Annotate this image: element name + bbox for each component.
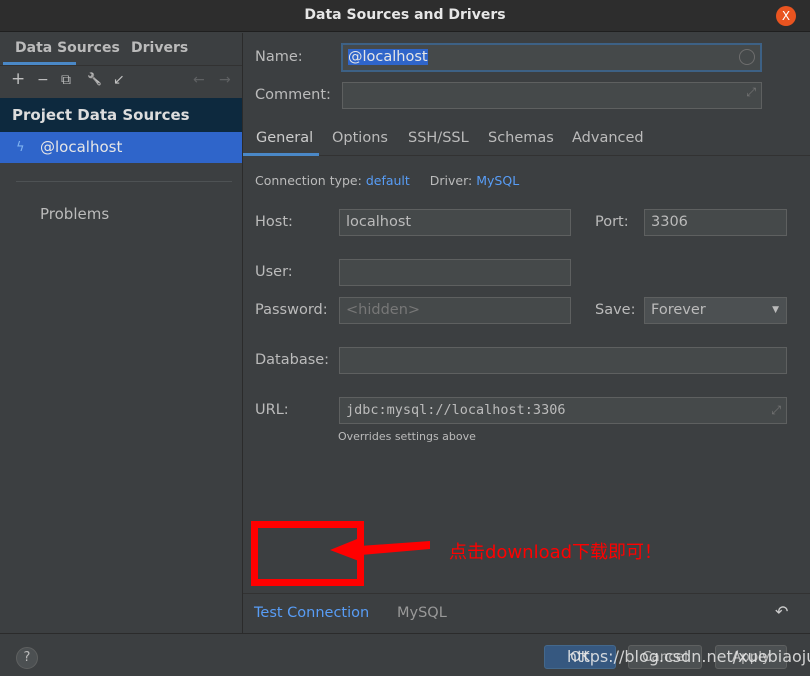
database-label: Database: bbox=[255, 352, 330, 368]
driver-footer-label: MySQL bbox=[397, 605, 447, 621]
database-input[interactable] bbox=[339, 347, 787, 374]
datasource-item-localhost[interactable]: ϟ @localhost bbox=[0, 132, 242, 163]
circle-icon[interactable] bbox=[739, 49, 755, 65]
close-button[interactable]: X bbox=[776, 6, 796, 26]
url-label: URL: bbox=[255, 402, 289, 418]
left-panel: Data Sources Drivers + − ⧉ 🔧 ↙ ← → Proje… bbox=[0, 33, 243, 633]
forward-icon[interactable]: → bbox=[219, 72, 231, 88]
tab-general[interactable]: General bbox=[256, 130, 313, 146]
url-value: jdbc:mysql://localhost:3306 bbox=[346, 402, 566, 418]
wrench-icon[interactable]: 🔧 bbox=[87, 72, 102, 86]
url-hint: Overrides settings above bbox=[338, 430, 476, 443]
password-label: Password: bbox=[255, 302, 328, 318]
duplicate-icon[interactable]: ⧉ bbox=[61, 72, 71, 88]
dialog-buttons: ? OK Cancel Apply https://blog.csdn.net/… bbox=[0, 633, 810, 676]
connection-type-row: Connection type: default Driver: MySQL bbox=[255, 173, 519, 188]
expand-icon[interactable]: ⤢ bbox=[746, 85, 756, 100]
test-connection-link[interactable]: Test Connection bbox=[254, 605, 369, 621]
user-input[interactable] bbox=[339, 259, 571, 286]
mysql-icon: ϟ bbox=[16, 140, 25, 155]
tab-divider bbox=[243, 155, 810, 156]
back-icon[interactable]: ← bbox=[193, 72, 205, 88]
window-title: Data Sources and Drivers bbox=[304, 7, 506, 23]
annotation-text: 点击download下载即可！ bbox=[449, 542, 663, 563]
revert-icon[interactable]: ↶ bbox=[775, 602, 788, 621]
footer-divider bbox=[243, 593, 810, 594]
save-label: Save: bbox=[595, 302, 636, 318]
comment-input[interactable]: ⤢ bbox=[342, 82, 762, 109]
left-toolbar: + − ⧉ 🔧 ↙ ← → bbox=[0, 65, 242, 97]
add-icon[interactable]: + bbox=[11, 69, 25, 89]
save-dropdown[interactable]: Forever ▼ bbox=[644, 297, 787, 324]
import-icon[interactable]: ↙ bbox=[113, 72, 125, 88]
tab-schemas[interactable]: Schemas bbox=[488, 130, 554, 146]
tab-drivers[interactable]: Drivers bbox=[131, 33, 188, 64]
chevron-down-icon: ▼ bbox=[772, 305, 779, 315]
tab-data-sources[interactable]: Data Sources bbox=[15, 33, 120, 64]
port-label: Port: bbox=[595, 214, 629, 230]
save-value: Forever bbox=[651, 302, 706, 318]
port-input[interactable]: 3306 bbox=[644, 209, 787, 236]
help-button[interactable]: ? bbox=[16, 647, 38, 669]
host-label: Host: bbox=[255, 214, 293, 230]
datasource-label: @localhost bbox=[40, 138, 123, 156]
title-bar: Data Sources and Drivers X bbox=[0, 0, 810, 32]
password-input[interactable]: <hidden> bbox=[339, 297, 571, 324]
section-header: Project Data Sources bbox=[0, 98, 242, 132]
user-label: User: bbox=[255, 264, 293, 280]
expand-icon[interactable]: ⤢ bbox=[771, 398, 781, 423]
driver-label: Driver: bbox=[429, 173, 473, 188]
tab-advanced[interactable]: Advanced bbox=[572, 130, 644, 146]
tab-ssh-ssl[interactable]: SSH/SSL bbox=[408, 130, 469, 146]
connection-type-link[interactable]: default bbox=[366, 173, 410, 188]
problems-item[interactable]: Problems bbox=[40, 205, 109, 223]
annotation-arrow bbox=[330, 537, 430, 563]
url-input[interactable]: jdbc:mysql://localhost:3306 ⤢ bbox=[339, 397, 787, 424]
remove-icon[interactable]: − bbox=[37, 72, 49, 88]
name-input[interactable]: @localhost bbox=[341, 43, 762, 72]
divider bbox=[16, 181, 232, 182]
watermark: https://blog.csdn.net/xuebiaojun bbox=[567, 647, 810, 666]
tab-options[interactable]: Options bbox=[332, 130, 388, 146]
name-label: Name: bbox=[255, 49, 303, 65]
general-tab-indicator bbox=[243, 153, 319, 156]
name-value: @localhost bbox=[348, 49, 428, 65]
connection-type-label: Connection type: bbox=[255, 173, 362, 188]
driver-link[interactable]: MySQL bbox=[476, 173, 519, 188]
comment-label: Comment: bbox=[255, 87, 331, 103]
host-input[interactable]: localhost bbox=[339, 209, 571, 236]
